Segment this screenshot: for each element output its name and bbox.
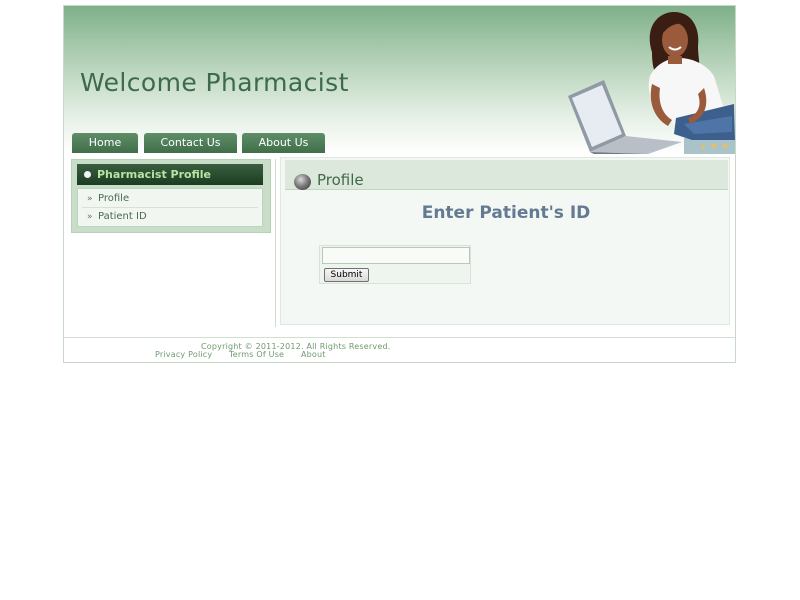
nav-tab-contact-us[interactable]: Contact Us (144, 133, 237, 153)
sidebar-heading-label: Pharmacist Profile (97, 168, 211, 181)
footer-link-terms-of-use[interactable]: Terms Of Use (229, 350, 284, 359)
patient-id-input[interactable] (322, 247, 470, 264)
footer-divider (64, 337, 735, 338)
patient-id-prompt: Enter Patient's ID (421, 203, 591, 223)
footer-links: Privacy Policy Terms Of Use About (155, 350, 340, 359)
column-divider (275, 159, 276, 327)
main-content: Profile Enter Patient's ID Submit (280, 157, 730, 325)
sidebar-item-patient-id[interactable]: » Patient ID (78, 208, 262, 226)
bullet-icon (84, 171, 91, 178)
sidebar-item-label: Profile (98, 193, 130, 204)
double-chevron-icon: » (87, 212, 93, 222)
woman-with-laptop-image (568, 12, 735, 154)
sidebar-item-label: Patient ID (98, 211, 147, 222)
site-header: Welcome Pharmacist Home Contact Us About… (64, 6, 735, 154)
section-title: Profile (317, 171, 364, 189)
site-title: Welcome Pharmacist (80, 68, 349, 97)
patient-id-form: Submit (319, 245, 471, 284)
sidebar-item-profile[interactable]: » Profile (78, 190, 262, 208)
nav-tab-about-us[interactable]: About Us (242, 133, 325, 153)
page-container: Welcome Pharmacist Home Contact Us About… (63, 5, 736, 363)
sidebar-menu: » Profile » Patient ID (77, 188, 263, 227)
sidebar-heading: Pharmacist Profile (77, 164, 263, 185)
sidebar: Pharmacist Profile » Profile » Patient I… (71, 159, 271, 233)
content-heading-bar: Profile (285, 160, 728, 190)
double-chevron-icon: » (87, 194, 93, 204)
nav-tab-home[interactable]: Home (72, 133, 138, 153)
submit-button[interactable]: Submit (324, 268, 369, 282)
footer-link-about[interactable]: About (301, 350, 326, 359)
footer-link-privacy-policy[interactable]: Privacy Policy (155, 350, 212, 359)
gray-ball-icon (294, 174, 311, 190)
